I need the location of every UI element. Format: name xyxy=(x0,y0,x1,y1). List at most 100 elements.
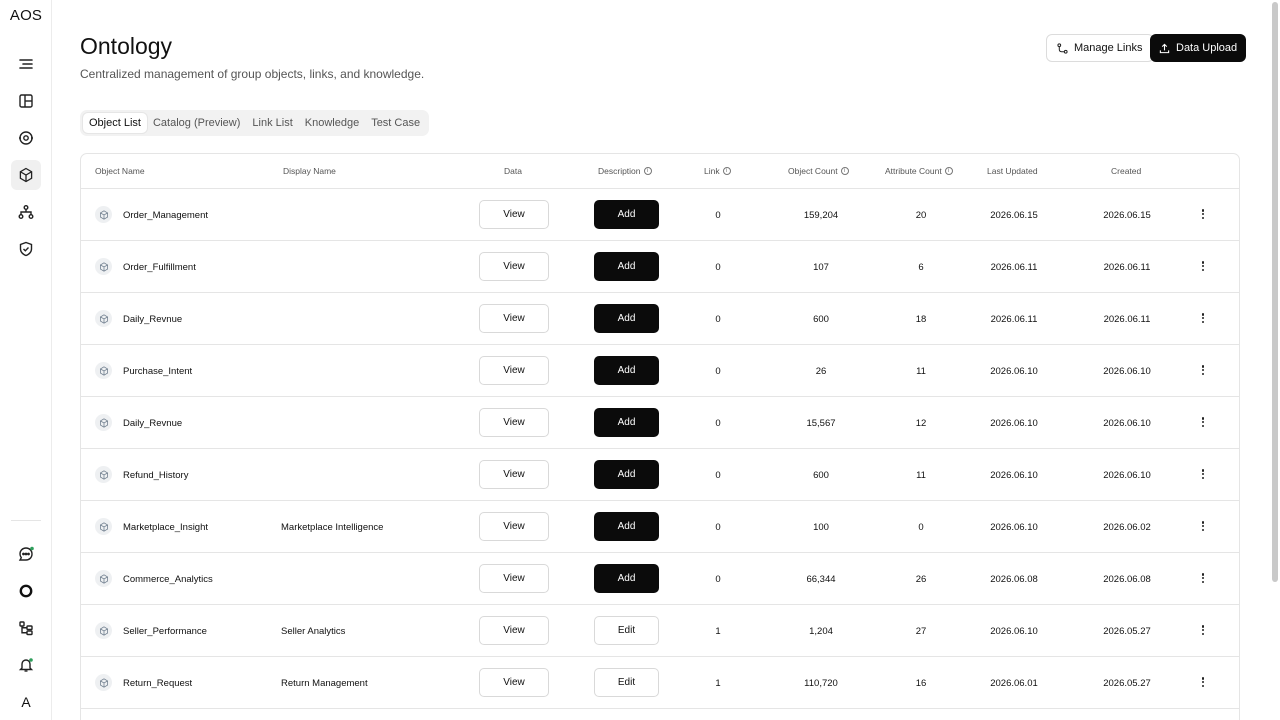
table-row[interactable]: Order_Management View Add 0 159,204 20 2026.06… xyxy=(81,189,1239,241)
object-cube-icon xyxy=(95,674,112,691)
more-options-icon[interactable] xyxy=(1199,623,1207,637)
object-count: 66,344 xyxy=(806,574,836,585)
more-options-icon[interactable] xyxy=(1199,259,1207,273)
more-options-icon[interactable] xyxy=(1199,207,1207,221)
hierarchy-icon[interactable] xyxy=(11,197,41,227)
add-description-button[interactable]: Add xyxy=(594,304,659,333)
table-row[interactable]: Refund_History View Add 0 600 11 2026.06.10 202… xyxy=(81,449,1239,501)
object-name[interactable]: Daily_Revnue xyxy=(123,314,182,325)
last-updated-date: 2026.06.15 xyxy=(990,210,1038,221)
object-cube-icon xyxy=(95,362,112,379)
data-upload-button[interactable]: Data Upload xyxy=(1150,34,1247,62)
edit-description-button[interactable]: Edit xyxy=(594,616,659,645)
sidebar-divider xyxy=(11,520,41,521)
link-count: 0 xyxy=(715,262,721,273)
info-icon[interactable]: i xyxy=(643,167,652,175)
scrollbar[interactable] xyxy=(1272,2,1278,582)
created-date: 2026.06.11 xyxy=(1103,314,1151,325)
tab-knowledge[interactable]: Knowledge xyxy=(299,113,365,133)
chat-icon[interactable] xyxy=(11,539,41,569)
object-name[interactable]: Commerce_Analytics xyxy=(123,574,213,585)
manage-links-button[interactable]: Manage Links xyxy=(1046,34,1154,62)
more-options-icon[interactable] xyxy=(1199,675,1207,689)
table-row[interactable]: Commerce_Analytics View Add 0 66,344 26 2026.0… xyxy=(81,553,1239,605)
table-row[interactable]: Return_Request Return Management View Edit 1… xyxy=(81,657,1239,709)
more-options-icon[interactable] xyxy=(1199,311,1207,325)
object-table: Object Name Display Name Data Descriptio… xyxy=(80,153,1240,720)
object-name[interactable]: Return_Request xyxy=(123,678,192,689)
more-options-icon[interactable] xyxy=(1199,363,1207,377)
ontology-icon[interactable] xyxy=(11,160,41,190)
more-options-icon[interactable] xyxy=(1199,415,1207,429)
upload-icon xyxy=(1159,43,1170,53)
table-row[interactable]: Daily_Revnue View Add 0 15,567 12 2026.06.10 20… xyxy=(81,397,1239,449)
view-button[interactable]: View xyxy=(479,408,549,437)
display-name: Marketplace Intelligence xyxy=(281,522,384,533)
target-icon[interactable] xyxy=(11,123,41,153)
add-description-button[interactable]: Add xyxy=(594,356,659,385)
object-name[interactable]: Purchase_Intent xyxy=(123,366,192,377)
add-description-button[interactable]: Add xyxy=(594,252,659,281)
bell-icon[interactable] xyxy=(11,650,41,680)
info-icon[interactable]: i xyxy=(840,167,849,175)
object-cube-icon xyxy=(95,206,112,223)
created-date: 2026.06.11 xyxy=(1103,262,1151,273)
avatar[interactable]: A xyxy=(11,687,41,717)
created-date: 2026.06.10 xyxy=(1103,366,1151,377)
attribute-count: 20 xyxy=(915,210,927,221)
view-button[interactable]: View xyxy=(479,564,549,593)
add-description-button[interactable]: Add xyxy=(594,200,659,229)
table-row[interactable]: Order_Fulfillment View Add 0 107 6 2026.06.11 2… xyxy=(81,241,1239,293)
table-row[interactable]: Marketplace_Insight Marketplace Intellige… xyxy=(81,501,1239,553)
tab-link-list[interactable]: Link List xyxy=(246,113,298,133)
view-button[interactable]: View xyxy=(479,200,549,229)
view-button[interactable]: View xyxy=(479,304,549,333)
attribute-count: 11 xyxy=(916,366,926,377)
view-button[interactable]: View xyxy=(479,252,549,281)
object-name[interactable]: Refund_History xyxy=(123,470,188,481)
object-cube-icon xyxy=(95,622,112,639)
object-name[interactable]: Seller_Performance xyxy=(123,626,207,637)
tab-test-case[interactable]: Test Case xyxy=(365,113,426,133)
edit-description-button[interactable]: Edit xyxy=(594,668,659,697)
header-object-count: Object Count i xyxy=(788,166,849,176)
tab-object-list[interactable]: Object List xyxy=(83,113,147,133)
more-options-icon[interactable] xyxy=(1199,571,1207,585)
circle-icon[interactable] xyxy=(11,576,41,606)
header-description: Description i xyxy=(598,166,652,176)
object-name[interactable]: Daily_Revnue xyxy=(123,418,182,429)
view-button[interactable]: View xyxy=(479,512,549,541)
object-cube-icon xyxy=(95,518,112,535)
app-logo[interactable]: AOS xyxy=(0,7,52,24)
view-button[interactable]: View xyxy=(479,616,549,645)
object-name[interactable]: Order_Management xyxy=(123,210,208,221)
object-cube-icon xyxy=(95,414,112,431)
add-description-button[interactable]: Add xyxy=(594,564,659,593)
route-icon xyxy=(1057,42,1068,54)
tree-icon[interactable] xyxy=(11,613,41,643)
table-row[interactable]: Purchase_Intent View Add 0 26 11 2026.06.10 202… xyxy=(81,345,1239,397)
table-row[interactable]: Daily_Revnue View Add 0 600 18 2026.06.11 2026.… xyxy=(81,293,1239,345)
object-name[interactable]: Order_Fulfillment xyxy=(123,262,196,273)
object-name[interactable]: Marketplace_Insight xyxy=(123,522,208,533)
attribute-count: 11 xyxy=(916,470,926,481)
shield-icon[interactable] xyxy=(11,234,41,264)
dashboard-icon[interactable] xyxy=(11,86,41,116)
object-cube-icon xyxy=(95,310,112,327)
view-button[interactable]: View xyxy=(479,356,549,385)
object-cube-icon xyxy=(95,570,112,587)
more-options-icon[interactable] xyxy=(1199,519,1207,533)
more-options-icon[interactable] xyxy=(1199,467,1207,481)
info-icon[interactable]: i xyxy=(722,167,731,175)
view-button[interactable]: View xyxy=(479,460,549,489)
add-description-button[interactable]: Add xyxy=(594,408,659,437)
display-name: Seller Analytics xyxy=(281,626,346,637)
attribute-count: 0 xyxy=(918,522,924,533)
table-row[interactable]: Seller_Performance Seller Analytics View Ed… xyxy=(81,605,1239,657)
info-icon[interactable]: i xyxy=(944,167,953,175)
view-button[interactable]: View xyxy=(479,668,549,697)
add-description-button[interactable]: Add xyxy=(594,460,659,489)
collapse-icon[interactable] xyxy=(11,49,41,79)
tab-catalog-preview[interactable]: Catalog (Preview) xyxy=(147,113,246,133)
add-description-button[interactable]: Add xyxy=(594,512,659,541)
